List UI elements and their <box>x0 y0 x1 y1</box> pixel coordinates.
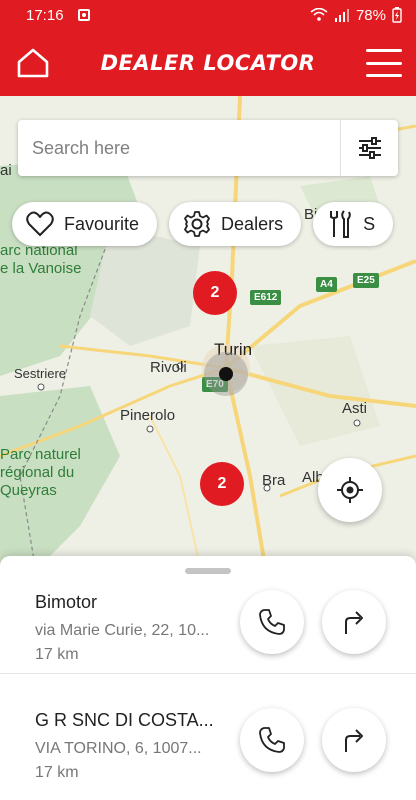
menu-bar <box>365 49 402 52</box>
search-bar <box>18 120 398 176</box>
filter-chips: Favourite Dealers S <box>12 202 394 246</box>
map-label-parc-vanoise: arc national e la Vanoise <box>0 242 82 277</box>
chip-favourite[interactable]: Favourite <box>12 202 158 246</box>
menu-button[interactable] <box>365 49 402 77</box>
menu-bar <box>365 74 402 77</box>
road-badge-e612: E612 <box>250 290 282 305</box>
list-divider <box>0 673 416 674</box>
dealer-list-item[interactable]: Bimotor via Marie Curie, 22, 10... 17 km <box>0 590 416 708</box>
status-time: 17:16 <box>26 6 64 24</box>
map-view[interactable]: arc national e la Vanoise Turin Rivoli P… <box>0 96 416 566</box>
battery-icon <box>392 7 402 23</box>
status-bar: 17:16 78% <box>0 0 416 30</box>
chip-label: Dealers <box>221 213 284 234</box>
dealer-list-sheet: Bimotor via Marie Curie, 22, 10... 17 km… <box>0 556 416 800</box>
turn-right-arrow-icon <box>345 611 363 634</box>
map-label-bra: Bra <box>262 472 286 489</box>
map-label-ai: ai <box>0 162 12 179</box>
home-icon <box>17 48 49 78</box>
dealer-distance: 17 km <box>35 646 79 663</box>
map-label-sestriere: Sestriere <box>14 366 67 381</box>
gear-icon <box>184 211 210 237</box>
dealer-address: VIA TORINO, 6, 1007... <box>35 740 202 757</box>
directions-button[interactable] <box>322 590 386 654</box>
call-button[interactable] <box>240 590 304 654</box>
chip-label: Favourite <box>64 213 140 234</box>
phone-icon <box>259 609 285 635</box>
dealer-name: Bimotor <box>35 592 98 612</box>
dealer-name: G R SNC DI COSTA... <box>35 710 214 730</box>
map-label-asti: Asti <box>342 400 368 417</box>
chip-services[interactable]: S <box>313 202 394 246</box>
chip-dealers[interactable]: Dealers <box>169 202 302 246</box>
sliders-icon <box>358 137 381 159</box>
chip-label: S <box>363 213 376 234</box>
battery-level: 78% <box>355 6 386 24</box>
map-label-parc-queyras: Parc naturel régional du Queyras <box>0 446 81 499</box>
directions-button[interactable] <box>322 708 386 772</box>
page-title: DEALER LOCATOR <box>100 51 316 75</box>
dealer-list-item[interactable]: G R SNC DI COSTA... VIA TORINO, 6, 1007.… <box>0 708 416 800</box>
road-badge-a4: A4 <box>316 277 337 292</box>
crosshair-icon <box>337 477 363 503</box>
wifi-icon <box>310 8 328 21</box>
dealer-cluster-marker[interactable]: 2 <box>193 271 237 315</box>
road-badge-e25: E25 <box>353 273 379 288</box>
app-header: DEALER LOCATOR <box>0 30 416 96</box>
current-location-marker <box>204 352 248 396</box>
phone-icon <box>259 727 285 753</box>
signal-icon <box>334 9 349 22</box>
locate-me-button[interactable] <box>318 458 382 522</box>
menu-bar <box>365 61 402 65</box>
sheet-drag-handle[interactable] <box>185 568 231 574</box>
filter-button[interactable] <box>340 120 398 176</box>
dealer-distance: 17 km <box>35 764 79 781</box>
call-button[interactable] <box>240 708 304 772</box>
notification-icon <box>77 9 90 21</box>
map-label-rivoli: Rivoli <box>150 359 187 376</box>
heart-icon <box>26 211 54 236</box>
dealer-address: via Marie Curie, 22, 10... <box>35 622 210 639</box>
dealer-cluster-marker[interactable]: 2 <box>200 462 244 506</box>
tools-icon <box>330 210 351 238</box>
search-input[interactable] <box>18 120 340 176</box>
map-label-pinerolo: Pinerolo <box>120 407 176 424</box>
home-button[interactable] <box>16 46 50 80</box>
turn-right-arrow-icon <box>345 729 363 752</box>
